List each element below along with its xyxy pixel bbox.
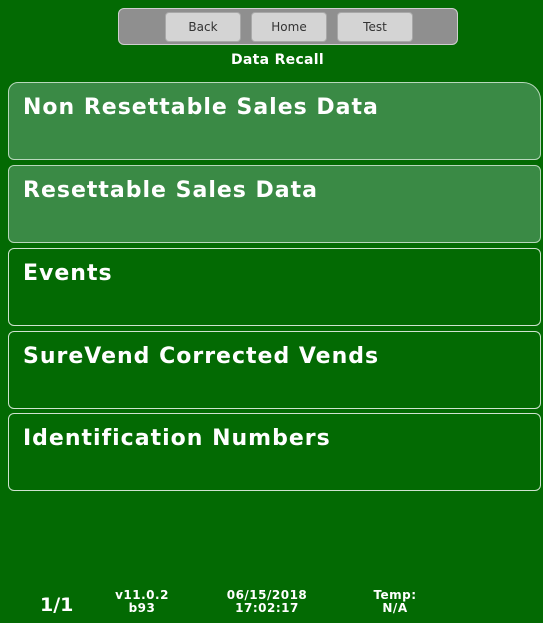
page-indicator: 1/1	[40, 594, 74, 616]
back-button[interactable]: Back	[165, 12, 241, 42]
temp-value: N/A	[382, 601, 408, 615]
menu-item-label: Events	[23, 261, 113, 286]
temperature-info: Temp: N/A	[360, 589, 430, 615]
menu-item-label: Resettable Sales Data	[23, 178, 319, 203]
version-info: v11.0.2 b93	[112, 589, 172, 615]
screen-title: Data Recall	[230, 52, 324, 68]
time-value: 17:02:17	[235, 601, 299, 615]
menu-item-label: Non Resettable Sales Data	[23, 95, 379, 120]
menu-item-identification-numbers[interactable]: Identification Numbers	[8, 413, 541, 491]
datetime-info: 06/15/2018 17:02:17	[212, 589, 322, 615]
menu-item-label: Identification Numbers	[23, 426, 331, 451]
test-button[interactable]: Test	[337, 12, 413, 42]
status-bar: 1/1 v11.0.2 b93 06/15/2018 17:02:17 Temp…	[0, 585, 543, 623]
menu-item-label: SureVend Corrected Vends	[23, 344, 380, 369]
menu-item-events[interactable]: Events	[8, 248, 541, 326]
menu-item-surevend-corrected-vends[interactable]: SureVend Corrected Vends	[8, 331, 541, 409]
screen: Back Home Test Data Recall Non Resettabl…	[0, 0, 543, 623]
build-number: b93	[128, 601, 156, 615]
home-button[interactable]: Home	[251, 12, 327, 42]
menu-item-resettable-sales-data[interactable]: Resettable Sales Data	[8, 165, 541, 243]
menu-item-non-resettable-sales-data[interactable]: Non Resettable Sales Data	[8, 82, 541, 160]
